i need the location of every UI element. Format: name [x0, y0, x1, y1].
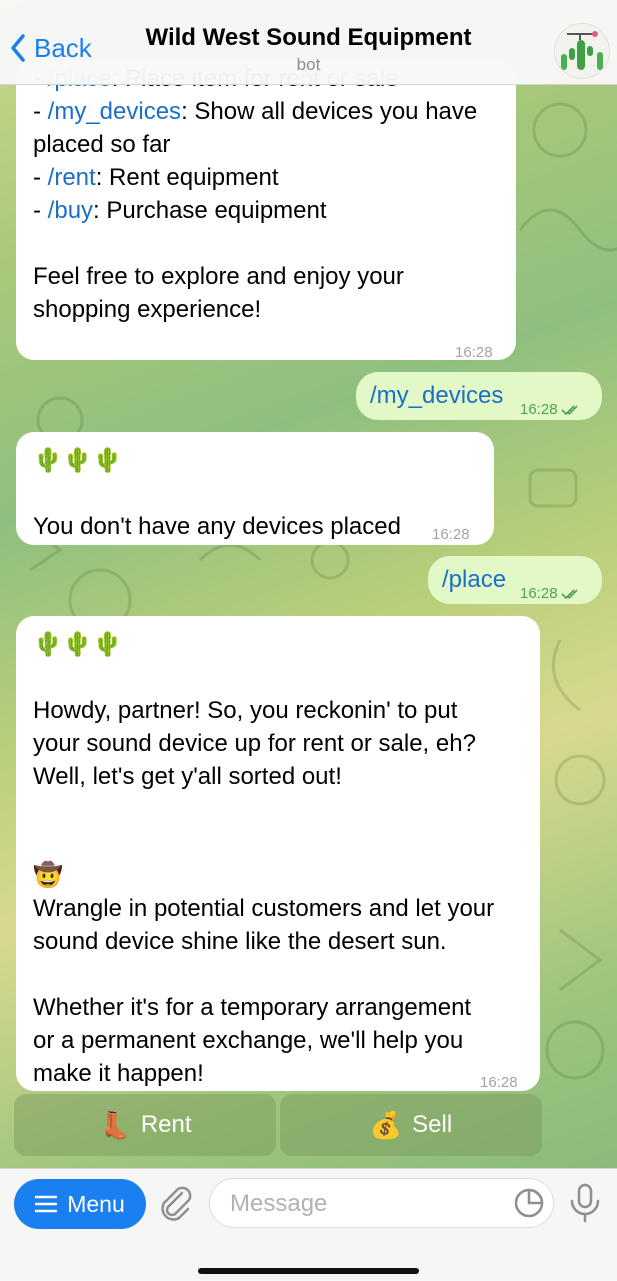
message-line: Feel free to explore and enjoy your — [33, 260, 499, 293]
message-text: 🌵🌵🌵 You don't have any devices placed — [33, 444, 477, 543]
text-span: : Rent equipment — [95, 164, 279, 191]
text-span: Wrangle in potential customers and let y… — [33, 895, 495, 922]
message-line: or a permanent exchange, we'll help you — [33, 1024, 523, 1057]
message-line: shopping experience! — [33, 293, 499, 326]
sell-label: Sell — [412, 1111, 453, 1138]
text-span: Whether it's for a temporary arrangement — [33, 994, 472, 1021]
chat-header: Back Wild West Sound Equipment bot — [0, 0, 617, 85]
text-span: - — [33, 164, 48, 191]
message-input[interactable] — [228, 1189, 502, 1219]
bot-command-link[interactable]: /buy — [48, 197, 93, 224]
message-line: Well, let's get y'all sorted out! — [33, 760, 523, 793]
text-span: 🌵🌵🌵 — [33, 631, 123, 658]
text-span: make it happen! — [33, 1060, 204, 1087]
read-double-check-icon — [560, 404, 578, 415]
home-indicator — [198, 1268, 419, 1274]
incoming-message[interactable]: - /place: Place item for rent or sale- /… — [16, 60, 516, 360]
chat-title[interactable]: Wild West Sound Equipment — [0, 24, 617, 52]
bot-command-link[interactable]: /rent — [48, 164, 96, 191]
cactus-avatar-icon — [561, 31, 603, 70]
bot-avatar[interactable] — [554, 23, 610, 79]
read-double-check-icon — [560, 588, 578, 599]
message-line: your sound device up for rent or sale, e… — [33, 727, 523, 760]
message-field[interactable] — [209, 1178, 554, 1228]
paperclip-icon — [161, 1186, 192, 1221]
text-span: : Purchase equipment — [93, 197, 327, 224]
text-span: Feel free to explore and enjoy your — [33, 263, 404, 290]
attach-button[interactable] — [158, 1183, 194, 1228]
text-span: your sound device up for rent or sale, e… — [33, 730, 476, 757]
voice-record-button[interactable] — [568, 1183, 602, 1228]
message-line: Howdy, partner! So, you reckonin' to put — [33, 694, 523, 727]
incoming-message[interactable]: 🌵🌵🌵 Howdy, partner! So, you reckonin' to … — [16, 616, 540, 1091]
message-line: 🤠 — [33, 859, 523, 892]
money-bag-icon: 💰 — [369, 1109, 403, 1140]
message-timestamp: 16:28 — [455, 344, 493, 360]
menu-label: Menu — [67, 1190, 125, 1217]
text-span: - — [33, 197, 48, 224]
boot-icon: 👢 — [98, 1109, 131, 1140]
message-line: placed so far — [33, 128, 499, 161]
incoming-message[interactable]: 🌵🌵🌵 You don't have any devices placed 16:2… — [16, 432, 494, 545]
bot-command-link[interactable]: /place — [442, 566, 506, 593]
message-text: - /place: Place item for rent or sale- /… — [33, 62, 499, 326]
outgoing-message[interactable]: /my_devices 16:28 — [356, 372, 602, 420]
message-line: Wrangle in potential customers and let y… — [33, 892, 523, 925]
outgoing-message[interactable]: /place 16:28 — [428, 556, 602, 604]
sticker-icon — [514, 1188, 544, 1218]
message-input-bar: Menu — [0, 1168, 617, 1281]
text-span: 🤠 — [33, 862, 63, 889]
message-line: Whether it's for a temporary arrangement — [33, 991, 523, 1024]
message-line — [33, 826, 523, 859]
message-line: 🌵🌵🌵 — [33, 444, 477, 477]
text-span: or a permanent exchange, we'll help you — [33, 1027, 464, 1054]
keyboard-rent-button[interactable]: 👢 Rent — [14, 1094, 276, 1156]
sticker-button[interactable] — [513, 1187, 545, 1224]
bot-command-link[interactable]: /my_devices — [48, 98, 181, 125]
message-line: 🌵🌵🌵 — [33, 628, 523, 661]
keyboard-sell-button[interactable]: 💰 Sell — [280, 1094, 542, 1156]
text-span: Howdy, partner! So, you reckonin' to put — [33, 697, 458, 724]
text-span: Well, let's get y'all sorted out! — [33, 763, 342, 790]
message-timestamp: 16:28 — [432, 526, 470, 543]
chat-subtitle: bot — [296, 55, 321, 74]
menu-button[interactable]: Menu — [14, 1179, 146, 1229]
message-line — [33, 958, 523, 991]
message-line: - /my_devices: Show all devices you have — [33, 95, 499, 128]
message-timestamp: 16:28 — [520, 577, 583, 610]
message-line: sound device shine like the desert sun. — [33, 925, 523, 958]
message-line — [33, 793, 523, 826]
message-line — [33, 227, 499, 260]
text-span: You don't have any devices placed — [33, 513, 401, 540]
message-timestamp: 16:28 — [520, 393, 583, 426]
message-line: You don't have any devices placed — [33, 510, 477, 543]
text-span: placed so far — [33, 131, 171, 158]
message-line: make it happen! — [33, 1057, 523, 1090]
message-line: - /rent: Rent equipment — [33, 161, 499, 194]
message-text: 🌵🌵🌵 Howdy, partner! So, you reckonin' to … — [33, 628, 523, 1090]
text-span: sound device shine like the desert sun. — [33, 928, 447, 955]
message-line — [33, 661, 523, 694]
text-span: 🌵🌵🌵 — [33, 447, 123, 474]
message-line: - /buy: Purchase equipment — [33, 194, 499, 227]
microphone-icon — [570, 1183, 600, 1223]
text-span: shopping experience! — [33, 296, 262, 323]
text-span: : Show all devices you have — [181, 98, 478, 125]
rent-label: Rent — [140, 1111, 192, 1138]
text-span: - — [33, 98, 48, 125]
hamburger-icon — [35, 1195, 58, 1213]
message-line — [33, 477, 477, 510]
bot-command-link[interactable]: /my_devices — [370, 382, 503, 409]
